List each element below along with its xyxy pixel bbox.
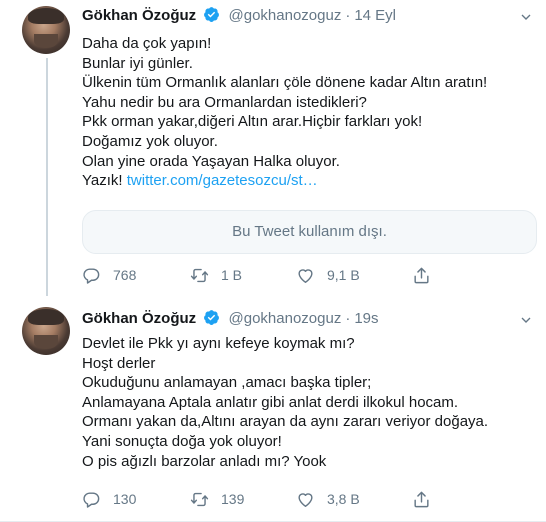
tweet[interactable]: Gökhan Özoğuz @gokhanozoguz · 19s Devlet i… bbox=[0, 296, 546, 522]
thread-connector-line bbox=[46, 58, 48, 296]
user-handle[interactable]: @gokhanozoguz bbox=[229, 310, 342, 327]
tweet-text-line: Bunlar iyi günler. bbox=[82, 54, 193, 72]
reply-icon bbox=[83, 491, 100, 508]
like-count: 9,1 B bbox=[327, 267, 360, 283]
reply-count: 130 bbox=[113, 491, 137, 507]
share-button[interactable] bbox=[412, 488, 443, 510]
like-button[interactable]: 9,1 B bbox=[296, 264, 360, 286]
avatar-hair bbox=[28, 309, 64, 325]
avatar-hair bbox=[28, 8, 64, 24]
display-name[interactable]: Gökhan Özoğuz bbox=[82, 7, 196, 24]
tweet-text-line: Pkk orman yakar,diğeri Altın arar.Hiçbir… bbox=[82, 113, 423, 131]
display-name[interactable]: Gökhan Özoğuz bbox=[82, 310, 196, 327]
tweet-text: Devlet ile Pkk yı aynı kefeye koymak mı?… bbox=[82, 334, 537, 471]
heart-icon bbox=[298, 268, 313, 283]
tweet-text-line: Yazık! twitter.com/gazetesozcu/st… bbox=[82, 171, 537, 191]
reply-button[interactable]: 130 bbox=[82, 488, 136, 510]
timestamp[interactable]: 14 Eyl bbox=[354, 7, 396, 24]
tweet-text-line: Yahu nedir bu ara Ormanlardan istedikler… bbox=[82, 93, 367, 111]
tweet-link[interactable]: twitter.com/gazetesozcu/st… bbox=[127, 172, 318, 189]
tweet-actions: 768 1 B 9,1 B bbox=[78, 264, 458, 286]
tweet-text: Daha da çok yapın! Bunlar iyi günler. Ül… bbox=[82, 34, 537, 191]
chevron-down-icon[interactable] bbox=[518, 312, 534, 328]
heart-icon bbox=[298, 492, 313, 507]
tweet-header: Gökhan Özoğuz @gokhanozoguz · 14 Eyl bbox=[82, 5, 396, 27]
user-handle[interactable]: @gokhanozoguz bbox=[229, 7, 342, 24]
tweet-text-line: Anlamayana Aptala anlatır gibi anlat der… bbox=[82, 393, 459, 411]
like-button[interactable]: 3,8 B bbox=[296, 488, 360, 510]
tweet-text-line: Daha da çok yapın! bbox=[82, 35, 212, 52]
retweet-icon bbox=[190, 492, 209, 506]
tweet-text-line: Olan yine orada Yaşayan Halka oluyor. bbox=[82, 152, 340, 170]
avatar[interactable] bbox=[22, 307, 70, 355]
avatar-beard bbox=[34, 335, 58, 349]
retweet-icon bbox=[190, 268, 209, 282]
reply-button[interactable]: 768 bbox=[82, 264, 136, 286]
avatar[interactable] bbox=[22, 6, 70, 54]
tweet-text-line: Ülkenin tüm Ormanlık alanları çöle dönen… bbox=[82, 74, 488, 92]
unavailable-quote-text: Bu Tweet kullanım dışı. bbox=[232, 223, 387, 240]
tweet-text-line: O pis ağızlı barzolar anladı mı? Yook bbox=[82, 452, 327, 470]
tweet-text-line: Yani sonuçta doğa yok oluyor! bbox=[82, 432, 282, 450]
timestamp[interactable]: 19s bbox=[354, 310, 378, 327]
like-count: 3,8 B bbox=[327, 491, 360, 507]
avatar-beard bbox=[34, 34, 58, 48]
verified-badge-icon bbox=[204, 310, 220, 325]
unavailable-quote-tweet: Bu Tweet kullanım dışı. bbox=[82, 210, 537, 254]
retweet-count: 1 B bbox=[221, 267, 243, 283]
share-icon bbox=[414, 267, 429, 283]
separator-dot: · bbox=[345, 7, 351, 24]
tweet-text-line: Devlet ile Pkk yı aynı kefeye koymak mı? bbox=[82, 335, 355, 352]
retweet-button[interactable]: 1 B bbox=[190, 264, 242, 286]
tweet[interactable]: Gökhan Özoğuz @gokhanozoguz · 14 Eyl Daha … bbox=[0, 0, 546, 296]
verified-badge-icon bbox=[204, 7, 220, 22]
tweet-actions: 130 139 3,8 B bbox=[78, 488, 458, 510]
share-button[interactable] bbox=[412, 264, 443, 286]
tweet-header: Gökhan Özoğuz @gokhanozoguz · 19s bbox=[82, 308, 379, 330]
retweet-count: 139 bbox=[221, 491, 245, 507]
retweet-button[interactable]: 139 bbox=[190, 488, 244, 510]
reply-icon bbox=[83, 267, 100, 284]
tweet-text-line: Okuduğunu anlamayan ,amacı başka tipler; bbox=[82, 374, 372, 392]
reply-count: 768 bbox=[113, 267, 137, 283]
tweet-text-prefix: Yazık! bbox=[82, 172, 127, 190]
share-icon bbox=[414, 491, 429, 507]
tweet-text-line: Doğamız yok oluyor. bbox=[82, 132, 218, 150]
tweet-text-line: Hoşt derler bbox=[82, 354, 156, 372]
separator-dot: · bbox=[345, 310, 351, 327]
tweet-text-line: Ormanı yakan da,Altını arayan da aynı za… bbox=[82, 413, 489, 431]
chevron-down-icon[interactable] bbox=[518, 9, 534, 25]
